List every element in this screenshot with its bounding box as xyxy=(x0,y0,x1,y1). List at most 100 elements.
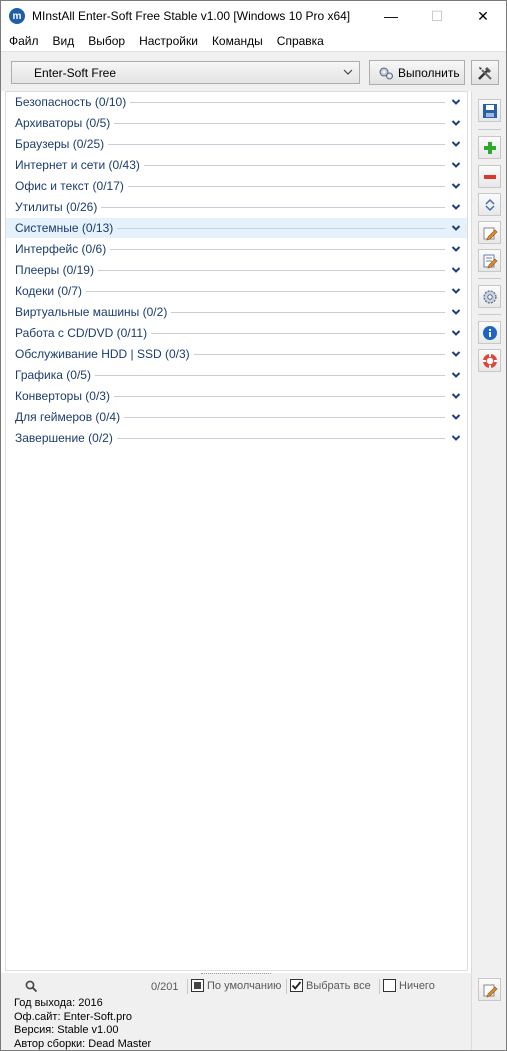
help-button[interactable] xyxy=(478,349,501,372)
category-row[interactable]: Кодеки (0/7) xyxy=(6,281,467,301)
chevron-down-icon[interactable] xyxy=(449,263,463,277)
select-all-label: Выбрать все xyxy=(306,979,371,992)
category-row[interactable]: Конверторы (0/3) xyxy=(6,386,467,406)
tools-icon xyxy=(478,66,492,80)
chevron-down-icon[interactable] xyxy=(449,137,463,151)
chevron-down-icon[interactable] xyxy=(449,431,463,445)
category-label: Интернет и сети (0/43) xyxy=(15,158,140,172)
category-label: Графика (0/5) xyxy=(15,368,91,382)
category-divider xyxy=(110,248,445,250)
edit-info-button[interactable] xyxy=(478,978,501,1001)
build-author: Автор сборки: Dead Master xyxy=(14,1037,152,1050)
gear-icon xyxy=(482,289,497,304)
run-button-label: Выполнить xyxy=(398,65,460,80)
category-row[interactable]: Интерфейс (0/6) xyxy=(6,239,467,259)
menu-view[interactable]: Вид xyxy=(46,34,82,48)
info-button[interactable] xyxy=(478,321,501,344)
category-row[interactable]: Плееры (0/19) xyxy=(6,260,467,280)
category-divider xyxy=(127,185,445,187)
category-label: Конверторы (0/3) xyxy=(15,389,110,403)
selected-count: 0/201 xyxy=(151,981,179,993)
category-divider xyxy=(116,437,445,439)
category-label: Кодеки (0/7) xyxy=(15,284,83,298)
category-list: Безопасность (0/10) Архиваторы (0/5) Брауз… xyxy=(5,91,468,971)
menu-commands[interactable]: Команды xyxy=(205,34,270,48)
category-row[interactable]: Работа с CD/DVD (0/11) xyxy=(6,323,467,343)
category-row[interactable]: Для геймеров (0/4) xyxy=(6,407,467,427)
toolbar: Enter-Soft Free Выполнить xyxy=(1,51,506,91)
chevron-down-icon[interactable] xyxy=(449,116,463,130)
chevron-down-icon[interactable] xyxy=(449,179,463,193)
category-row[interactable]: Офис и текст (0/17) xyxy=(6,176,467,196)
category-divider xyxy=(94,374,445,376)
category-divider xyxy=(108,143,445,145)
edit-list-button[interactable] xyxy=(478,249,501,272)
menu-select[interactable]: Выбор xyxy=(81,34,132,48)
expand-collapse-button[interactable] xyxy=(478,193,501,216)
chevron-down-icon[interactable] xyxy=(449,158,463,172)
remove-button[interactable] xyxy=(478,165,501,188)
category-row[interactable]: Завершение (0/2) xyxy=(6,428,467,448)
profile-dropdown[interactable]: Enter-Soft Free xyxy=(11,61,360,84)
category-divider xyxy=(151,332,445,334)
lifebuoy-icon xyxy=(482,353,497,368)
minimize-button[interactable]: — xyxy=(368,1,414,31)
settings-button[interactable] xyxy=(478,285,501,308)
menu-help[interactable]: Справка xyxy=(270,34,331,48)
save-button[interactable] xyxy=(478,99,501,122)
edit-button[interactable] xyxy=(478,221,501,244)
none-checkbox[interactable] xyxy=(383,979,396,992)
chevron-down-icon[interactable] xyxy=(449,242,463,256)
profile-dropdown-value: Enter-Soft Free xyxy=(34,65,117,80)
select-all-checkbox[interactable] xyxy=(290,979,303,992)
category-label: Для геймеров (0/4) xyxy=(15,410,121,424)
category-divider xyxy=(124,416,445,418)
gears-icon xyxy=(379,67,393,79)
add-button[interactable] xyxy=(478,136,501,159)
title-bar[interactable]: m MInstAll Enter-Soft Free Stable v1.00 … xyxy=(1,1,506,31)
chevron-down-icon[interactable] xyxy=(449,200,463,214)
category-row[interactable]: Браузеры (0/25) xyxy=(6,134,467,154)
chevron-down-icon[interactable] xyxy=(449,95,463,109)
category-divider xyxy=(117,227,445,229)
category-divider xyxy=(113,395,445,397)
category-row[interactable]: Виртуальные машины (0/2) xyxy=(6,302,467,322)
search-icon[interactable] xyxy=(25,980,38,993)
chevron-down-icon[interactable] xyxy=(449,221,463,235)
chevron-down-icon[interactable] xyxy=(449,305,463,319)
menu-settings[interactable]: Настройки xyxy=(132,34,205,48)
chevron-down-icon[interactable] xyxy=(449,284,463,298)
category-row[interactable]: Архиваторы (0/5) xyxy=(6,113,467,133)
category-row[interactable]: Обслуживание HDD | SSD (0/3) xyxy=(6,344,467,364)
maximize-button[interactable]: ☐ xyxy=(414,1,460,31)
default-checkbox[interactable] xyxy=(191,979,204,992)
default-option[interactable]: По умолчанию xyxy=(191,979,281,992)
category-row[interactable]: Системные (0/13) xyxy=(6,218,467,238)
category-row[interactable]: Безопасность (0/10) xyxy=(6,92,467,112)
category-row[interactable]: Утилиты (0/26) xyxy=(6,197,467,217)
app-icon: m xyxy=(9,8,25,24)
close-button[interactable]: ✕ xyxy=(460,1,506,31)
chevron-down-icon[interactable] xyxy=(449,368,463,382)
edit-list-icon xyxy=(483,254,497,268)
none-option-label: Ничего xyxy=(399,979,435,992)
menu-file[interactable]: Файл xyxy=(1,34,46,48)
chevron-down-icon[interactable] xyxy=(449,410,463,424)
chevron-down-icon[interactable] xyxy=(449,389,463,403)
splitter-grip[interactable] xyxy=(201,973,271,976)
run-button[interactable]: Выполнить xyxy=(369,60,465,85)
tools-button[interactable] xyxy=(471,60,499,85)
category-row[interactable]: Графика (0/5) xyxy=(6,365,467,385)
none-option[interactable]: Ничего xyxy=(383,979,435,992)
release-year: Год выхода: 2016 xyxy=(14,997,103,1009)
category-row[interactable]: Интернет и сети (0/43) xyxy=(6,155,467,175)
build-info: Год выхода: 2016 Оф.сайт: Enter-Soft.pro… xyxy=(1,997,471,1050)
select-all-option[interactable]: Выбрать все xyxy=(290,979,371,992)
default-option-label: По умолчанию xyxy=(207,979,282,992)
chevron-down-icon[interactable] xyxy=(449,326,463,340)
window-controls: — ☐ ✕ xyxy=(368,1,506,31)
info-icon xyxy=(482,325,497,340)
chevron-down-icon[interactable] xyxy=(449,347,463,361)
main-window: m MInstAll Enter-Soft Free Stable v1.00 … xyxy=(0,0,507,1051)
right-sidebar xyxy=(471,91,506,1050)
